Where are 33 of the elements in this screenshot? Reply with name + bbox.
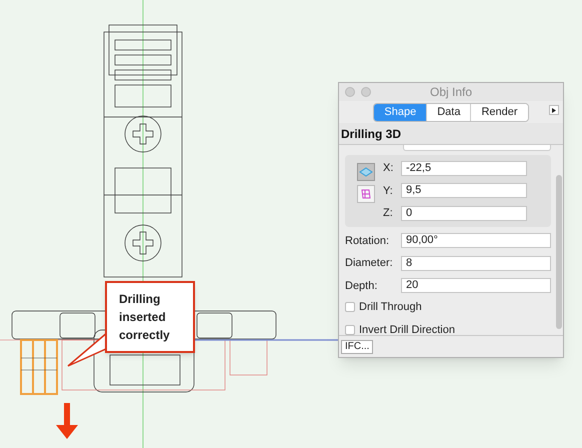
callout-text: Drilling inserted correctly bbox=[119, 291, 171, 344]
layer-dropdown[interactable] bbox=[403, 145, 551, 151]
panel-menu-button[interactable] bbox=[549, 105, 559, 115]
input-field[interactable]: 8 bbox=[401, 256, 551, 271]
cube-icon bbox=[360, 188, 372, 200]
field-label: Diameter: bbox=[345, 256, 394, 271]
checkbox[interactable] bbox=[345, 324, 355, 335]
field-label: Z: bbox=[383, 206, 394, 221]
coordinate-field[interactable]: -22,5 bbox=[401, 160, 527, 176]
coordinate-field[interactable]: 0 bbox=[401, 206, 527, 221]
tab[interactable]: Render bbox=[470, 104, 528, 120]
coordinate-field[interactable]: 9,5 bbox=[401, 183, 527, 198]
down-arrow-icon bbox=[56, 403, 78, 439]
minimize-icon[interactable] bbox=[361, 87, 371, 97]
input-field[interactable]: 20 bbox=[401, 278, 551, 294]
checkbox-label: Invert Drill Direction bbox=[359, 322, 455, 335]
checkbox[interactable] bbox=[345, 302, 355, 312]
drilling-drawing bbox=[19, 338, 59, 396]
window-title: Obj Info bbox=[430, 84, 472, 101]
scrollbar-thumb[interactable] bbox=[556, 175, 562, 329]
field-label: X: bbox=[383, 161, 394, 176]
object-type-title: Drilling 3D bbox=[341, 126, 402, 142]
field-label: Y: bbox=[383, 184, 394, 198]
triangle-icon bbox=[552, 108, 556, 112]
front-view-button[interactable] bbox=[357, 185, 375, 203]
close-icon[interactable] bbox=[345, 87, 355, 97]
ifc-button[interactable]: IFC... bbox=[341, 340, 374, 354]
field-label: Rotation: bbox=[345, 234, 390, 248]
plane-icon bbox=[359, 167, 373, 177]
checkbox-label: Drill Through bbox=[359, 300, 422, 315]
field-label: Depth: bbox=[345, 278, 378, 294]
input-field[interactable]: 90,00° bbox=[401, 233, 551, 248]
top-view-button[interactable] bbox=[357, 163, 375, 181]
